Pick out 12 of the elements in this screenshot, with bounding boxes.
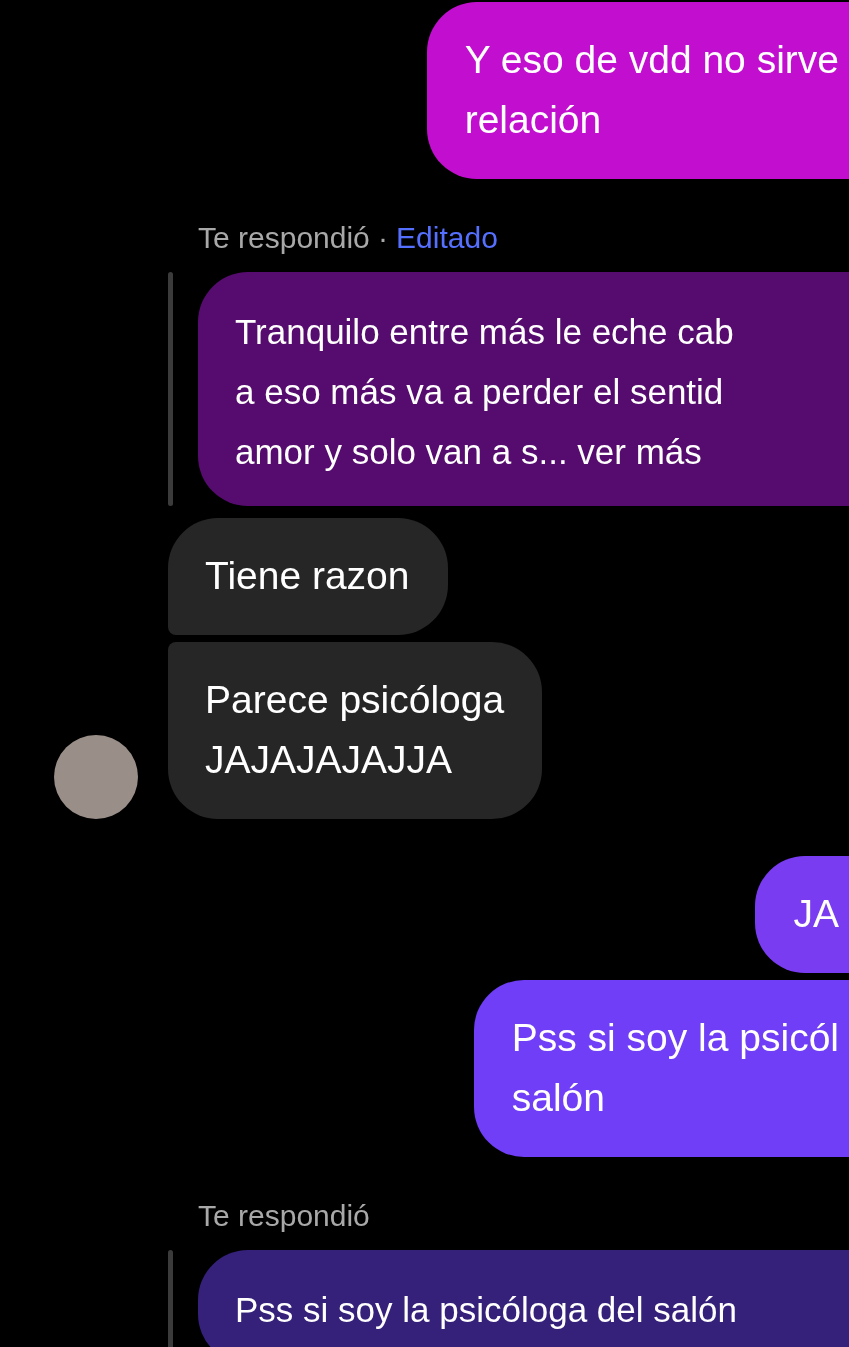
quoted-text: Tranquilo entre más le eche cab a eso más va a perder el sentid amor y solo van a s... ver más <box>235 311 735 473</box>
quoted-message-bubble[interactable]: Tranquilo entre más le eche cab a eso más va a perder el sentid amor y solo van a s... ver más <box>198 272 849 506</box>
edited-label: Editado <box>396 220 498 256</box>
message-text: Y eso de vdd no sirve relación <box>464 37 839 143</box>
message-text: Parece psicóloga JAJAJAJAJJA <box>205 677 505 783</box>
message-text: Pss si soy la psicól salón <box>511 1015 839 1121</box>
message-text: JA <box>793 891 839 937</box>
quoted-text: Pss si soy la psicóloga del salón <box>235 1289 738 1331</box>
reply-label: Te respondió · <box>198 220 389 256</box>
message-text: Tiene razon <box>205 553 410 599</box>
reply-label: Te respondió <box>198 1198 370 1234</box>
quoted-message-bubble[interactable]: Pss si soy la psicóloga del salón <box>198 1250 849 1347</box>
